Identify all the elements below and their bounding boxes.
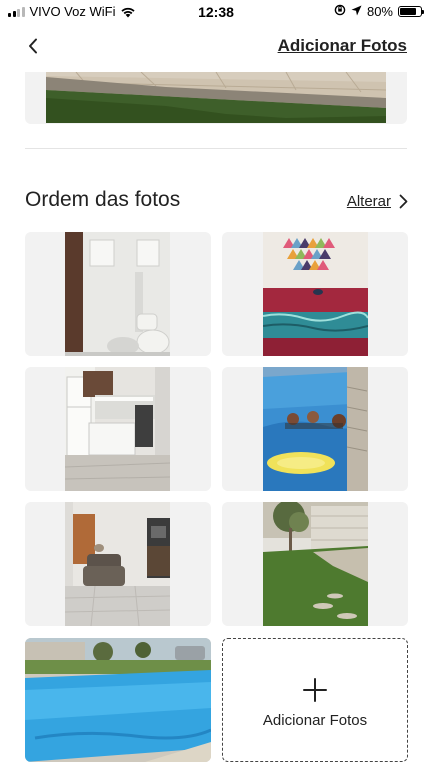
battery-percentage: 80% [366,4,393,19]
photo-tile-pool[interactable] [25,638,211,762]
pool-photo [25,638,211,762]
alter-order-link[interactable]: Alterar [347,193,408,210]
status-right: 80% [334,4,424,19]
photo-tile-garden[interactable] [222,502,408,626]
add-photos-link[interactable]: Adicionar Fotos [278,36,407,56]
photo-tile-living-room[interactable] [25,502,211,626]
photo-tile-bedroom[interactable] [222,232,408,356]
back-button[interactable] [22,34,44,58]
section-title: Ordem das fotos [25,188,181,211]
rotation-lock-icon [334,4,346,19]
chevron-left-icon [29,38,37,54]
photo-tile-kitchen[interactable] [25,367,211,491]
battery-icon [398,6,424,17]
section-divider [25,148,407,149]
patio-photo [46,72,386,123]
battery-fill [400,8,416,15]
chevron-right-icon [399,194,408,209]
photo-tile-bathroom[interactable] [25,232,211,356]
alter-order-label: Alterar [346,193,391,210]
plus-icon [303,677,327,702]
living-room-photo [65,502,170,626]
bedroom-photo [263,232,368,356]
add-photos-tile[interactable]: Adicionar Fotos [222,638,408,762]
previous-photo-tile[interactable] [25,72,407,124]
location-icon [351,4,362,19]
pool-with-children-photo [263,367,368,491]
kitchen-photo [65,367,170,491]
status-bar: VIVO Voz WiFi 12:38 80% [0,0,432,24]
add-photos-tile-label: Adicionar Fotos [262,711,368,729]
garden-photo [263,502,368,626]
bathroom-photo [65,232,170,356]
photo-tile-pool-with-children[interactable] [222,367,408,491]
